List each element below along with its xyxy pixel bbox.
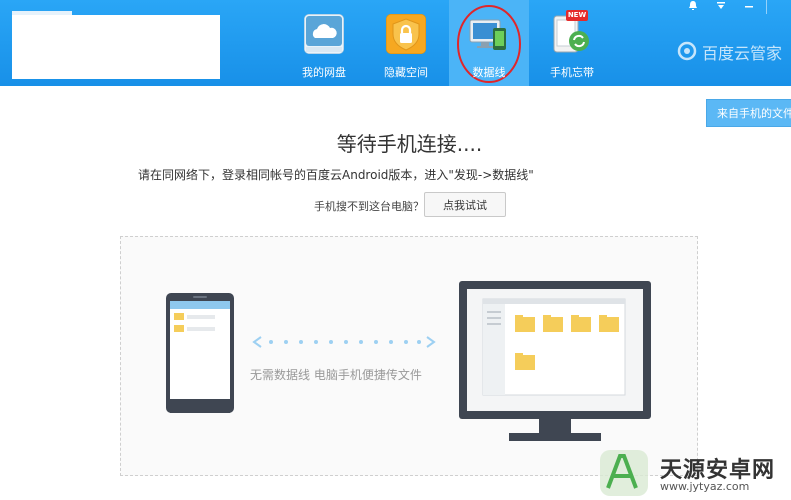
nav-item-hidden-space[interactable]: 隐藏空间	[366, 0, 446, 86]
nav-item-data-cable[interactable]: 数据线	[449, 0, 529, 86]
page-title: 等待手机连接....	[336, 132, 483, 156]
phone-illustration-icon	[166, 293, 234, 413]
try-button[interactable]: 点我试试	[424, 192, 506, 217]
files-from-phone-button[interactable]: 来自手机的文件	[706, 99, 791, 127]
lock-icon	[386, 14, 426, 54]
nav-label: 隐藏空间	[384, 66, 428, 79]
watermark-logo-icon	[600, 450, 648, 496]
nav-item-my-drive[interactable]: 我的网盘	[284, 0, 364, 86]
bell-icon[interactable]	[680, 0, 706, 14]
help-text: 手机搜不到这台电脑？	[314, 200, 424, 213]
top-bar: 我的网盘 隐藏空间 数据线 NEW 手机忘带 百度云管家	[0, 0, 791, 86]
feature-caption: 无需数据线 电脑手机便捷传文件	[250, 368, 422, 382]
new-badge: NEW	[566, 10, 588, 21]
instruction-text: 请在同网络下，登录相同帐号的百度云Android版本，进入"发现->数据线"	[138, 168, 534, 182]
nav-label: 我的网盘	[302, 66, 346, 79]
window-divider	[766, 0, 767, 14]
illustration-panel	[120, 236, 698, 476]
watermark-url: www.jytyaz.com	[660, 480, 750, 493]
nav-label: 数据线	[472, 66, 506, 79]
brand-name: 百度云管家	[702, 44, 783, 63]
minimize-icon[interactable]	[736, 0, 762, 14]
dropdown-icon[interactable]	[708, 0, 734, 14]
logo-area	[12, 15, 220, 79]
computer-illustration-icon	[459, 281, 651, 441]
nav-label: 手机忘带	[550, 66, 594, 79]
nav-item-forgot-phone[interactable]: NEW 手机忘带	[532, 0, 612, 86]
baidu-cloud-logo-icon	[677, 41, 697, 61]
transfer-arrow-icon	[252, 336, 436, 348]
cloud-drive-icon	[304, 14, 344, 54]
